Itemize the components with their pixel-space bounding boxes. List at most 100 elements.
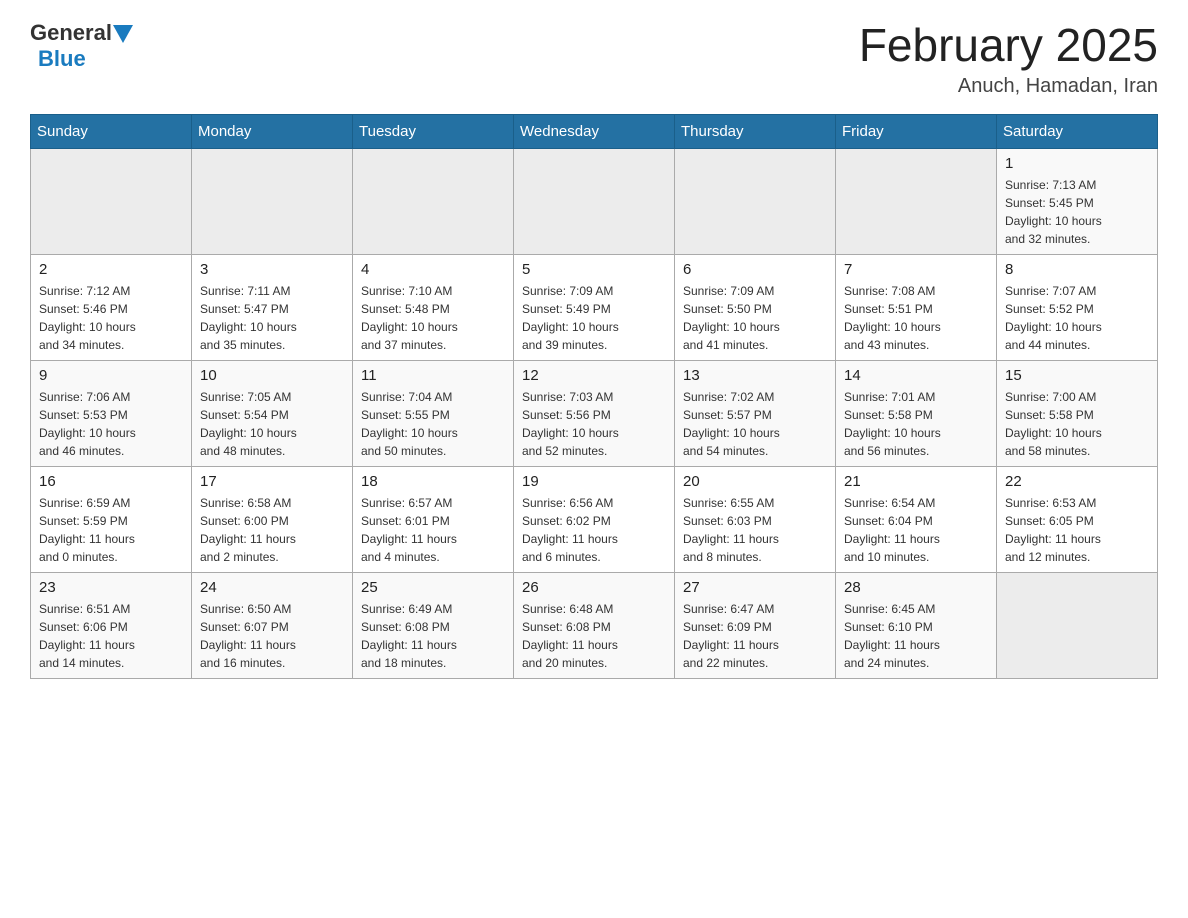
day-info: Sunrise: 6:45 AM Sunset: 6:10 PM Dayligh… (844, 600, 988, 672)
day-number: 5 (522, 261, 666, 278)
days-of-week-row: Sunday Monday Tuesday Wednesday Thursday… (31, 114, 1158, 148)
day-info: Sunrise: 6:50 AM Sunset: 6:07 PM Dayligh… (200, 600, 344, 672)
day-number: 25 (361, 579, 505, 596)
calendar-cell: 25 Sunrise: 6:49 AM Sunset: 6:08 PM Dayli… (353, 572, 514, 678)
day-info: Sunrise: 7:11 AM Sunset: 5:47 PM Dayligh… (200, 282, 344, 354)
logo-arrow-icon (113, 25, 133, 43)
day-number: 4 (361, 261, 505, 278)
day-info: Sunrise: 7:02 AM Sunset: 5:57 PM Dayligh… (683, 388, 827, 460)
day-number: 6 (683, 261, 827, 278)
day-number: 19 (522, 473, 666, 490)
calendar-cell (836, 148, 997, 254)
day-number: 10 (200, 367, 344, 384)
day-info: Sunrise: 7:06 AM Sunset: 5:53 PM Dayligh… (39, 388, 183, 460)
calendar-cell (997, 572, 1158, 678)
day-info: Sunrise: 7:09 AM Sunset: 5:49 PM Dayligh… (522, 282, 666, 354)
day-number: 21 (844, 473, 988, 490)
day-info: Sunrise: 6:47 AM Sunset: 6:09 PM Dayligh… (683, 600, 827, 672)
day-number: 23 (39, 579, 183, 596)
calendar-week-3: 9 Sunrise: 7:06 AM Sunset: 5:53 PM Daylig… (31, 360, 1158, 466)
logo-blue-text: Blue (38, 46, 86, 72)
calendar-cell (31, 148, 192, 254)
logo: General Blue (30, 20, 133, 72)
calendar-body: 1Sunrise: 7:13 AM Sunset: 5:45 PM Daylig… (31, 148, 1158, 678)
calendar-cell: 10 Sunrise: 7:05 AM Sunset: 5:54 PM Dayli… (192, 360, 353, 466)
col-saturday: Saturday (997, 114, 1158, 148)
day-info: Sunrise: 7:07 AM Sunset: 5:52 PM Dayligh… (1005, 282, 1149, 354)
day-info: Sunrise: 6:55 AM Sunset: 6:03 PM Dayligh… (683, 494, 827, 566)
calendar-cell (675, 148, 836, 254)
day-number: 14 (844, 367, 988, 384)
day-number: 16 (39, 473, 183, 490)
day-info: Sunrise: 6:49 AM Sunset: 6:08 PM Dayligh… (361, 600, 505, 672)
calendar-cell: 15 Sunrise: 7:00 AM Sunset: 5:58 PM Dayli… (997, 360, 1158, 466)
calendar-cell: 17Sunrise: 6:58 AM Sunset: 6:00 PM Dayli… (192, 466, 353, 572)
calendar-cell: 14 Sunrise: 7:01 AM Sunset: 5:58 PM Dayli… (836, 360, 997, 466)
col-thursday: Thursday (675, 114, 836, 148)
calendar-cell: 8 Sunrise: 7:07 AM Sunset: 5:52 PM Daylig… (997, 254, 1158, 360)
day-info: Sunrise: 7:01 AM Sunset: 5:58 PM Dayligh… (844, 388, 988, 460)
calendar-cell: 16 Sunrise: 6:59 AM Sunset: 5:59 PM Dayli… (31, 466, 192, 572)
calendar-cell: 1Sunrise: 7:13 AM Sunset: 5:45 PM Daylig… (997, 148, 1158, 254)
calendar-cell: 5 Sunrise: 7:09 AM Sunset: 5:49 PM Daylig… (514, 254, 675, 360)
calendar-cell (514, 148, 675, 254)
day-info: Sunrise: 7:04 AM Sunset: 5:55 PM Dayligh… (361, 388, 505, 460)
col-monday: Monday (192, 114, 353, 148)
day-info: Sunrise: 6:53 AM Sunset: 6:05 PM Dayligh… (1005, 494, 1149, 566)
calendar-cell (192, 148, 353, 254)
day-number: 3 (200, 261, 344, 278)
day-info: Sunrise: 7:09 AM Sunset: 5:50 PM Dayligh… (683, 282, 827, 354)
day-number: 8 (1005, 261, 1149, 278)
day-info: Sunrise: 7:03 AM Sunset: 5:56 PM Dayligh… (522, 388, 666, 460)
calendar-cell: 18Sunrise: 6:57 AM Sunset: 6:01 PM Dayli… (353, 466, 514, 572)
day-number: 9 (39, 367, 183, 384)
calendar-cell: 9 Sunrise: 7:06 AM Sunset: 5:53 PM Daylig… (31, 360, 192, 466)
page-header: General Blue February 2025 Anuch, Hamada… (30, 20, 1158, 98)
col-wednesday: Wednesday (514, 114, 675, 148)
day-number: 2 (39, 261, 183, 278)
day-number: 20 (683, 473, 827, 490)
day-number: 12 (522, 367, 666, 384)
day-info: Sunrise: 7:13 AM Sunset: 5:45 PM Dayligh… (1005, 176, 1149, 248)
day-info: Sunrise: 7:12 AM Sunset: 5:46 PM Dayligh… (39, 282, 183, 354)
logo-general-text: General (30, 20, 112, 46)
calendar-cell (353, 148, 514, 254)
calendar-table: Sunday Monday Tuesday Wednesday Thursday… (30, 114, 1158, 679)
calendar-week-5: 23 Sunrise: 6:51 AM Sunset: 6:06 PM Dayli… (31, 572, 1158, 678)
day-number: 11 (361, 367, 505, 384)
day-number: 15 (1005, 367, 1149, 384)
col-friday: Friday (836, 114, 997, 148)
calendar-cell: 24Sunrise: 6:50 AM Sunset: 6:07 PM Dayli… (192, 572, 353, 678)
location-title: Anuch, Hamadan, Iran (859, 75, 1158, 98)
calendar-cell: 3 Sunrise: 7:11 AM Sunset: 5:47 PM Daylig… (192, 254, 353, 360)
day-info: Sunrise: 6:48 AM Sunset: 6:08 PM Dayligh… (522, 600, 666, 672)
calendar-cell: 28 Sunrise: 6:45 AM Sunset: 6:10 PM Dayli… (836, 572, 997, 678)
day-number: 28 (844, 579, 988, 596)
calendar-week-2: 2 Sunrise: 7:12 AM Sunset: 5:46 PM Daylig… (31, 254, 1158, 360)
day-info: Sunrise: 6:59 AM Sunset: 5:59 PM Dayligh… (39, 494, 183, 566)
day-info: Sunrise: 6:54 AM Sunset: 6:04 PM Dayligh… (844, 494, 988, 566)
day-number: 22 (1005, 473, 1149, 490)
calendar-cell: 21 Sunrise: 6:54 AM Sunset: 6:04 PM Dayli… (836, 466, 997, 572)
calendar-cell: 11 Sunrise: 7:04 AM Sunset: 5:55 PM Dayli… (353, 360, 514, 466)
calendar-cell: 27Sunrise: 6:47 AM Sunset: 6:09 PM Dayli… (675, 572, 836, 678)
calendar-week-4: 16 Sunrise: 6:59 AM Sunset: 5:59 PM Dayli… (31, 466, 1158, 572)
calendar-cell: 13Sunrise: 7:02 AM Sunset: 5:57 PM Dayli… (675, 360, 836, 466)
calendar-cell: 2 Sunrise: 7:12 AM Sunset: 5:46 PM Daylig… (31, 254, 192, 360)
calendar-cell: 22 Sunrise: 6:53 AM Sunset: 6:05 PM Dayli… (997, 466, 1158, 572)
calendar-cell: 4 Sunrise: 7:10 AM Sunset: 5:48 PM Daylig… (353, 254, 514, 360)
calendar-header: Sunday Monday Tuesday Wednesday Thursday… (31, 114, 1158, 148)
day-number: 26 (522, 579, 666, 596)
calendar-cell: 19Sunrise: 6:56 AM Sunset: 6:02 PM Dayli… (514, 466, 675, 572)
calendar-cell: 26 Sunrise: 6:48 AM Sunset: 6:08 PM Dayli… (514, 572, 675, 678)
col-sunday: Sunday (31, 114, 192, 148)
day-info: Sunrise: 7:05 AM Sunset: 5:54 PM Dayligh… (200, 388, 344, 460)
day-info: Sunrise: 7:10 AM Sunset: 5:48 PM Dayligh… (361, 282, 505, 354)
day-info: Sunrise: 6:51 AM Sunset: 6:06 PM Dayligh… (39, 600, 183, 672)
calendar-cell: 7Sunrise: 7:08 AM Sunset: 5:51 PM Daylig… (836, 254, 997, 360)
day-number: 17 (200, 473, 344, 490)
month-title: February 2025 (859, 20, 1158, 71)
col-tuesday: Tuesday (353, 114, 514, 148)
day-info: Sunrise: 7:00 AM Sunset: 5:58 PM Dayligh… (1005, 388, 1149, 460)
title-block: February 2025 Anuch, Hamadan, Iran (859, 20, 1158, 98)
